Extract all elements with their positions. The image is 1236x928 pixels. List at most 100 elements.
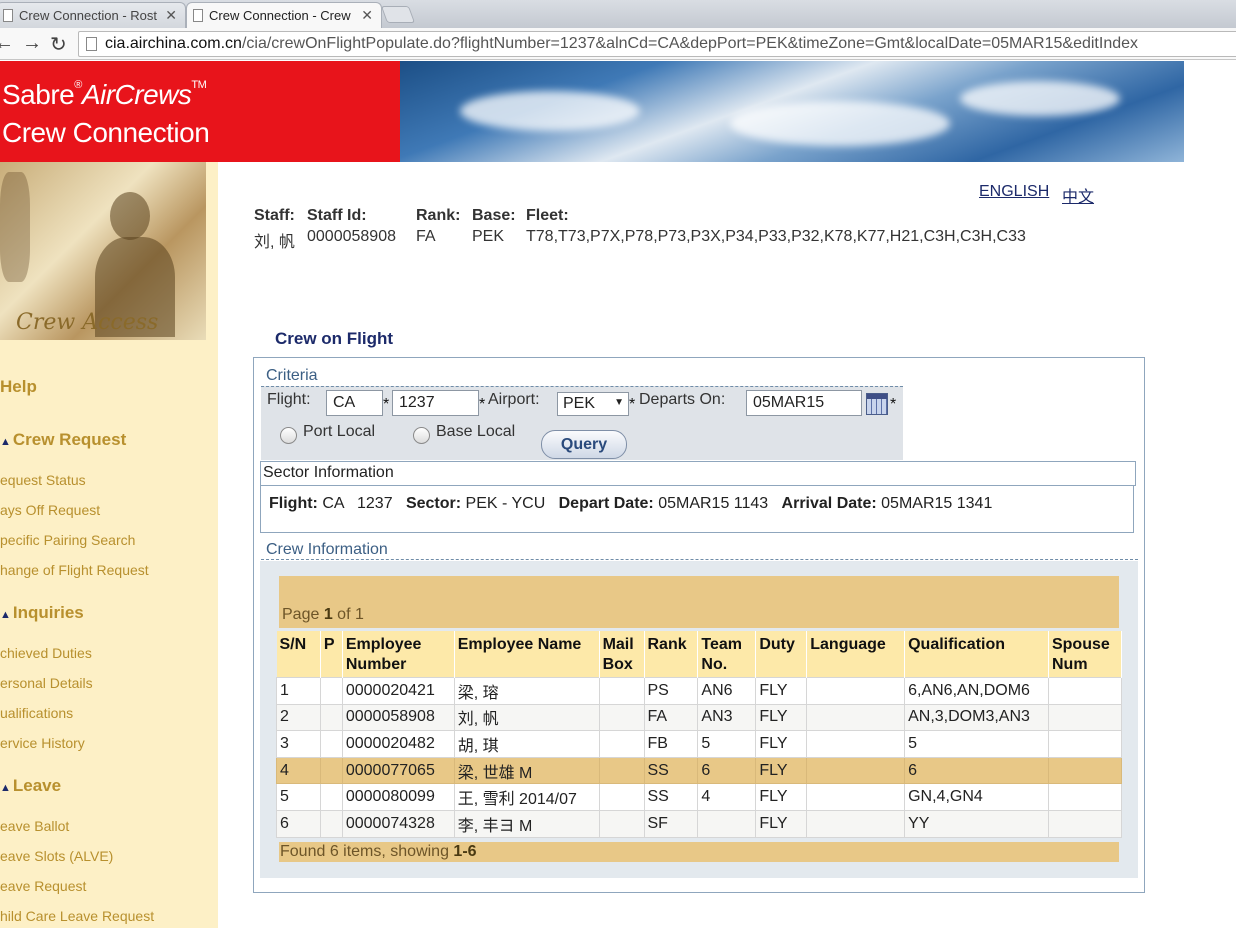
sector-flight-value: CA 1237 xyxy=(322,495,393,512)
required-marker: * xyxy=(383,396,390,413)
url-host: cia.airchina.com.cn xyxy=(105,35,242,52)
required-marker: * xyxy=(890,396,897,413)
port-local-label: Port Local xyxy=(303,423,376,440)
tab-label: Crew Connection - Crew xyxy=(209,8,351,23)
column-header: P xyxy=(320,631,343,678)
column-header: S/N xyxy=(276,631,321,678)
brand-line-2: Crew Connection xyxy=(2,117,210,148)
crew-access-logo: Crew Access xyxy=(16,310,159,335)
brand-line-1: Sabre®AirCrewsTM xyxy=(2,79,207,110)
calendar-icon[interactable] xyxy=(866,393,888,415)
sidebar-item-personal-details[interactable]: ersonal Details xyxy=(0,675,93,691)
sidebar-item-child-care-leave[interactable]: hild Care Leave Request xyxy=(0,908,154,924)
table-row[interactable]: 3 0000020482 胡, 琪 FB 5 FLY 5 xyxy=(276,730,1123,758)
fleet-value: T78,T73,P7X,P78,P73,P3X,P34,P33,P32,K78,… xyxy=(526,228,1026,245)
back-arrow-icon[interactable]: ← xyxy=(0,32,14,55)
depart-date-value: 05MAR15 1143 xyxy=(658,495,769,512)
crew-info-legend: Crew Information xyxy=(266,541,388,558)
collapse-triangle-icon: ▲ xyxy=(0,436,11,448)
sector-info-body: Flight: CA 1237 Sector: PEK - YCU Depart… xyxy=(260,486,1134,533)
sidebar-item-achieved-duties[interactable]: chieved Duties xyxy=(0,645,92,661)
base-header: Base: xyxy=(472,207,516,224)
url-input[interactable]: cia.airchina.com.cn/cia/crewOnFlightPopu… xyxy=(78,31,1236,57)
results-summary: Found 6 items, showing 1-6 xyxy=(279,842,1119,862)
close-icon[interactable]: ✕ xyxy=(165,7,177,24)
column-header: Employee Number xyxy=(342,631,455,678)
column-header: Qualification xyxy=(904,631,1049,678)
browser-tab-bar: Crew Connection - Rost ✕ Crew Connection… xyxy=(0,0,1236,28)
sidebar-item-service-history[interactable]: ervice History xyxy=(0,735,85,751)
results-range: 1-6 xyxy=(453,843,477,860)
sidebar-item-qualifications[interactable]: ualifications xyxy=(0,705,73,721)
collapse-triangle-icon: ▲ xyxy=(0,609,11,621)
dropdown-arrow-icon: ▼ xyxy=(614,397,624,408)
crew-table: S/N P Employee Number Employee Name Mail… xyxy=(276,631,1123,838)
sidebar-section-inquiries[interactable]: ▲ Inquiries xyxy=(0,603,84,623)
table-row-highlighted[interactable]: 4 0000077065 梁, 世雄 M SS 6 FLY 6 xyxy=(276,756,1123,785)
rank-header: Rank: xyxy=(416,207,461,224)
base-local-radio[interactable] xyxy=(413,427,430,444)
required-marker: * xyxy=(479,396,486,413)
sidebar-section-crew-request[interactable]: ▲ Crew Request xyxy=(0,430,126,450)
column-header: Team No. xyxy=(697,631,757,678)
banner-brand-area: Sabre®AirCrewsTM Crew Connection xyxy=(0,61,410,162)
lang-english-link[interactable]: ENGLISH xyxy=(979,183,1049,201)
airline-code-input[interactable]: CA xyxy=(326,390,383,416)
sector-info-header: Sector Information xyxy=(260,461,1136,486)
sidebar-help[interactable]: Help xyxy=(0,377,37,397)
table-row[interactable]: 6 0000074328 李, 丰ヨ M SF FLY YY xyxy=(276,809,1123,838)
forward-arrow-icon[interactable]: → xyxy=(22,32,42,55)
criteria-divider xyxy=(261,386,903,387)
flight-number-input[interactable]: 1237 xyxy=(392,390,479,416)
tab-label: Crew Connection - Rost xyxy=(19,8,157,23)
address-bar: ← → ↻ cia.airchina.com.cn/cia/crewOnFlig… xyxy=(0,28,1236,60)
reload-icon[interactable]: ↻ xyxy=(50,32,67,57)
page-title: Crew on Flight xyxy=(275,329,394,348)
required-marker: * xyxy=(629,396,636,413)
departs-on-input[interactable]: 05MAR15 xyxy=(746,390,862,416)
sidebar-item-leave-slots[interactable]: eave Slots (ALVE) xyxy=(0,848,113,864)
staff-name: 刘, 帆 xyxy=(254,234,295,251)
document-icon xyxy=(3,9,13,22)
sidebar: Crew Access Help ▲ Crew Request equest St… xyxy=(0,162,218,928)
page-icon xyxy=(86,37,97,51)
sidebar-item-days-off-request[interactable]: ays Off Request xyxy=(0,502,100,518)
table-row[interactable]: 2 0000058908 刘, 帆 FA AN3 FLY AN,3,DOM3,AN3 xyxy=(276,703,1123,732)
flight-label: Flight: xyxy=(267,391,311,408)
staff-id-value: 0000058908 xyxy=(307,228,396,245)
sector-route-value: PEK - YCU xyxy=(465,495,546,512)
sidebar-item-pairing-search[interactable]: pecific Pairing Search xyxy=(0,532,135,548)
query-button[interactable]: Query xyxy=(541,430,627,459)
collapse-triangle-icon: ▲ xyxy=(0,782,11,794)
sidebar-section-leave[interactable]: ▲ Leave xyxy=(0,776,61,796)
criteria-legend: Criteria xyxy=(266,367,318,384)
sidebar-item-request-status[interactable]: equest Status xyxy=(0,472,86,488)
column-header: Language xyxy=(806,631,906,678)
departs-on-label: Departs On: xyxy=(639,391,726,408)
staff-header: Staff: xyxy=(254,207,295,224)
column-header: Employee Name xyxy=(454,631,600,678)
port-local-radio[interactable] xyxy=(280,427,297,444)
close-icon[interactable]: ✕ xyxy=(361,7,373,24)
crew-info-divider xyxy=(261,559,1138,560)
banner-sky-image xyxy=(400,61,1184,162)
pager-current: 1 xyxy=(323,606,333,623)
new-tab-button[interactable] xyxy=(380,6,416,23)
airport-select[interactable]: PEK ▼ xyxy=(557,392,629,416)
header-banner: Sabre®AirCrewsTM Crew Connection xyxy=(0,61,1184,162)
browser-tab-roster[interactable]: Crew Connection - Rost ✕ xyxy=(0,2,186,28)
column-header: Duty xyxy=(755,631,808,678)
sidebar-item-change-of-flight[interactable]: hange of Flight Request xyxy=(0,562,149,578)
table-row[interactable]: 5 0000080099 王, 雪利 2014/07 SS 4 FLY GN,4,GN4 xyxy=(276,783,1123,811)
lang-chinese-link[interactable]: 中文 xyxy=(1062,183,1094,207)
staff-id-header: Staff Id: xyxy=(307,207,367,224)
rank-value: FA xyxy=(416,228,436,245)
fleet-header: Fleet: xyxy=(526,207,569,224)
column-header: Rank xyxy=(644,631,699,678)
sidebar-item-leave-ballot[interactable]: eave Ballot xyxy=(0,818,69,834)
browser-tab-crew[interactable]: Crew Connection - Crew ✕ xyxy=(186,2,382,28)
table-row[interactable]: 1 0000020421 梁, 瑢 PS AN6 FLY 6,AN6,AN,DOM6 xyxy=(276,677,1123,705)
base-value: PEK xyxy=(472,228,505,245)
table-header-row: S/N P Employee Number Employee Name Mail… xyxy=(276,631,1123,678)
sidebar-item-leave-request[interactable]: eave Request xyxy=(0,878,86,894)
